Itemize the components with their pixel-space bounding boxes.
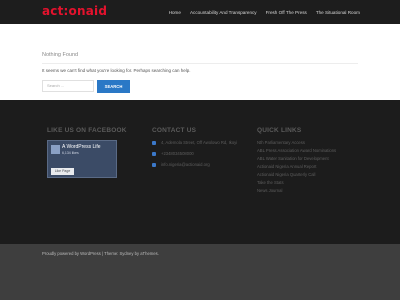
quick-link[interactable]: Take the Stats bbox=[257, 180, 284, 185]
title-divider bbox=[42, 63, 358, 64]
envelope-icon bbox=[152, 162, 156, 167]
contact-title: CONTACT US bbox=[152, 127, 197, 134]
contact-email: info.nigeria@actionaid.org bbox=[152, 162, 210, 167]
quick-link[interactable]: Actionaid Nigeria Quarterly Call bbox=[257, 172, 315, 177]
nav-home[interactable]: Home bbox=[169, 10, 181, 15]
search-button[interactable]: SEARCH bbox=[97, 80, 130, 93]
site-header: act:onaid Home Accountability And Transp… bbox=[0, 0, 400, 24]
facebook-follower-count: 6,134 likes bbox=[62, 151, 79, 155]
not-found-message: It seems we can't find what you're looki… bbox=[42, 68, 191, 73]
site-footer: LIKE US ON FACEBOOK A WordPress Life 6,1… bbox=[0, 100, 400, 244]
quick-link[interactable]: Nth Parliamentary Access bbox=[257, 140, 305, 145]
map-pin-icon bbox=[152, 140, 156, 145]
facebook-page-thumbnail bbox=[51, 145, 60, 154]
nav-accountability[interactable]: Accountability And Transparency bbox=[190, 10, 257, 15]
quick-links-title: QUICK LINKS bbox=[257, 127, 302, 134]
search-input[interactable]: Search ... bbox=[42, 80, 94, 92]
quick-link[interactable]: News Journal bbox=[257, 188, 282, 193]
contact-address-text: 4, Ademola Street, Off Awolowo Rd, Ikoyi bbox=[161, 140, 238, 145]
site-logo[interactable]: act:onaid bbox=[42, 4, 107, 18]
quick-link[interactable]: ABL Water Sanitation for Development bbox=[257, 156, 329, 161]
contact-phone: +2348034508000 bbox=[152, 151, 194, 156]
facebook-widget-title: LIKE US ON FACEBOOK bbox=[47, 127, 127, 134]
facebook-like-button[interactable]: Like Page bbox=[51, 168, 74, 175]
site-info-bar: Proudly powered by WordPress | Theme: Sy… bbox=[0, 244, 400, 300]
main-content: Nothing Found It seems we can't find wha… bbox=[0, 24, 400, 100]
facebook-page-name[interactable]: A WordPress Life bbox=[62, 144, 101, 150]
nav-fresh-off-press[interactable]: Fresh Off The Press bbox=[266, 10, 307, 15]
contact-phone-text[interactable]: +2348034508000 bbox=[161, 151, 194, 156]
main-nav: Home Accountability And Transparency Fre… bbox=[169, 0, 360, 24]
contact-address: 4, Ademola Street, Off Awolowo Rd, Ikoyi bbox=[152, 140, 237, 145]
phone-icon bbox=[152, 151, 156, 156]
contact-email-text[interactable]: info.nigeria@actionaid.org bbox=[161, 162, 210, 167]
copyright-text: Proudly powered by WordPress | Theme: Sy… bbox=[42, 251, 159, 256]
page-title: Nothing Found bbox=[42, 52, 79, 58]
quick-link[interactable]: ABL Press Association Award Nominations bbox=[257, 148, 336, 153]
nav-situational-room[interactable]: The Situational Room bbox=[316, 10, 360, 15]
quick-link[interactable]: Actionaid Nigeria Annual Report bbox=[257, 164, 316, 169]
facebook-page-widget[interactable]: A WordPress Life 6,134 likes Like Page bbox=[47, 140, 117, 178]
